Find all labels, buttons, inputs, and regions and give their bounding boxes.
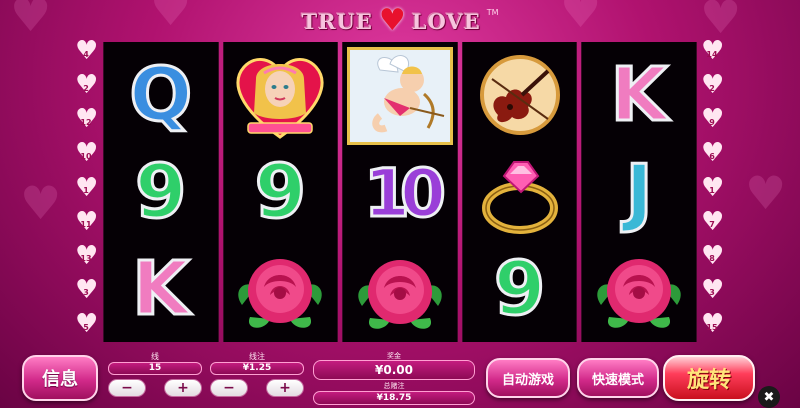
spin-button[interactable]: 旋转 <box>663 355 755 401</box>
symbol-princess <box>228 48 332 142</box>
payline-marker[interactable]: 2 <box>701 72 724 98</box>
payline-marker[interactable]: 6 <box>701 140 724 166</box>
win-and-total-bet-panel: 奖金 ¥0.00 总赌注 ¥18.75 <box>313 352 475 405</box>
reel-1: Q 9 K <box>103 42 219 342</box>
payline-markers-left: 4 2 12 10 1 11 13 3 5 <box>75 38 98 337</box>
reel-grid: Q 9 K 9 10 9 K J <box>103 42 697 342</box>
line-bet-control: 线注 ¥1.25 − + <box>210 351 304 397</box>
total-bet-label: 总赌注 <box>383 382 405 390</box>
reel-2: 9 <box>222 42 339 342</box>
background-heart-icon: ♥ <box>700 0 742 44</box>
win-value: ¥0.00 <box>313 360 475 380</box>
symbol-k: K <box>609 51 669 138</box>
violin-symbol-icon <box>479 54 560 135</box>
symbol-10: 10 <box>363 155 448 232</box>
game-logo: TRUE ♥ LOVE TM <box>270 4 530 38</box>
payline-marker[interactable]: 2 <box>75 72 98 98</box>
payline-marker[interactable]: 14 <box>701 38 724 64</box>
lines-label: 线 <box>151 352 159 361</box>
rose-symbol-icon <box>238 259 323 329</box>
payline-marker[interactable]: 10 <box>75 140 98 166</box>
info-button[interactable]: 信息 <box>22 355 98 401</box>
symbol-9: 9 <box>492 246 546 333</box>
trademark-mark: TM <box>486 8 499 17</box>
line-bet-decrease-button[interactable]: − <box>210 379 248 397</box>
lines-decrease-button[interactable]: − <box>108 379 146 397</box>
symbol-rose <box>587 242 691 336</box>
autoplay-button[interactable]: 自动游戏 <box>486 358 570 398</box>
payline-marker[interactable]: 1 <box>701 175 724 201</box>
payline-markers-right: 14 2 9 6 1 7 8 3 15 <box>701 38 724 337</box>
background-heart-icon: ♥ <box>10 0 52 42</box>
symbol-ring <box>468 145 572 239</box>
logo-word-love: LOVE <box>411 8 481 34</box>
symbol-9: 9 <box>253 148 307 235</box>
payline-marker[interactable]: 11 <box>75 209 98 235</box>
payline-marker[interactable]: 8 <box>701 243 724 269</box>
background-heart-icon: ♥ <box>150 0 192 36</box>
fast-mode-button[interactable]: 快速模式 <box>577 358 659 398</box>
reel-4: 9 <box>461 42 578 342</box>
cupid-symbol-icon <box>372 55 445 133</box>
line-bet-value: ¥1.25 <box>210 362 304 375</box>
payline-marker[interactable]: 3 <box>75 277 98 303</box>
win-label: 奖金 <box>387 352 401 360</box>
line-bet-increase-button[interactable]: + <box>266 379 304 397</box>
symbol-rose <box>228 242 332 336</box>
logo-heart-icon: ♥ <box>378 3 406 38</box>
symbol-cupid <box>346 47 453 145</box>
close-icon[interactable]: ✖ <box>758 386 780 408</box>
reel-3: 10 <box>342 42 458 342</box>
symbol-9: 9 <box>134 148 188 235</box>
symbol-violin <box>468 48 572 142</box>
symbol-rose <box>348 243 452 337</box>
payline-marker[interactable]: 13 <box>75 243 98 269</box>
line-bet-label: 线注 <box>249 352 265 361</box>
payline-marker[interactable]: 9 <box>701 106 724 132</box>
reel-5: K J <box>581 42 697 342</box>
total-bet-value: ¥18.75 <box>313 391 475 405</box>
payline-marker[interactable]: 7 <box>701 209 724 235</box>
payline-marker[interactable]: 4 <box>75 38 98 64</box>
slot-game-screen: ♥ ♥ ♥ ♥ ♥ ♥ TRUE ♥ LOVE TM 4 2 12 10 1 1… <box>0 0 800 408</box>
background-heart-icon: ♥ <box>745 166 787 220</box>
background-heart-icon: ♥ <box>20 176 62 230</box>
payline-marker[interactable]: 3 <box>701 277 724 303</box>
payline-marker[interactable]: 12 <box>75 106 98 132</box>
princess-symbol-icon <box>236 57 324 139</box>
background-heart-icon: ♥ <box>560 0 602 38</box>
payline-marker[interactable]: 5 <box>75 311 98 337</box>
lines-control: 线 15 − + <box>108 351 202 397</box>
logo-word-true: TRUE <box>301 8 373 34</box>
lines-value: 15 <box>108 362 202 375</box>
lines-increase-button[interactable]: + <box>164 379 202 397</box>
ring-symbol-icon <box>481 160 558 234</box>
payline-marker[interactable]: 15 <box>701 311 724 337</box>
symbol-k: K <box>131 246 191 333</box>
rose-symbol-icon <box>597 259 681 329</box>
payline-marker[interactable]: 1 <box>75 175 98 201</box>
symbol-j: J <box>624 148 654 235</box>
rose-symbol-icon <box>358 260 442 329</box>
symbol-q: Q <box>128 51 194 138</box>
